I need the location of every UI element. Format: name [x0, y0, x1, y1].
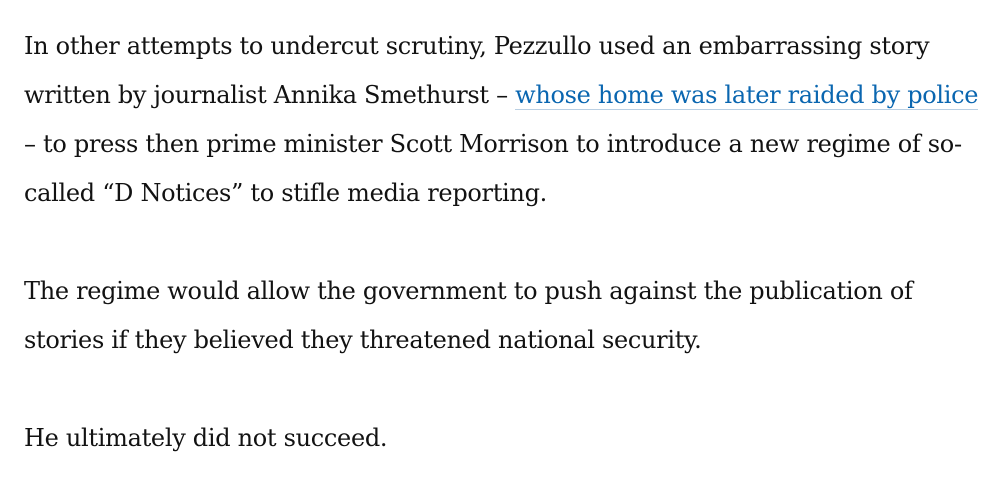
paragraph-2: The regime would allow the government to… [24, 277, 913, 354]
paragraph-3: He ultimately did not succeed. [24, 424, 388, 452]
paragraph-1: In other attempts to undercut scrutiny, … [24, 22, 989, 218]
article-body: In other attempts to undercut scrutiny, … [24, 22, 989, 463]
paragraph-1-text-after-link: – to press then prime minister Scott Mor… [24, 130, 962, 207]
raided-by-police-link[interactable]: whose home was later raided by police [515, 81, 979, 110]
